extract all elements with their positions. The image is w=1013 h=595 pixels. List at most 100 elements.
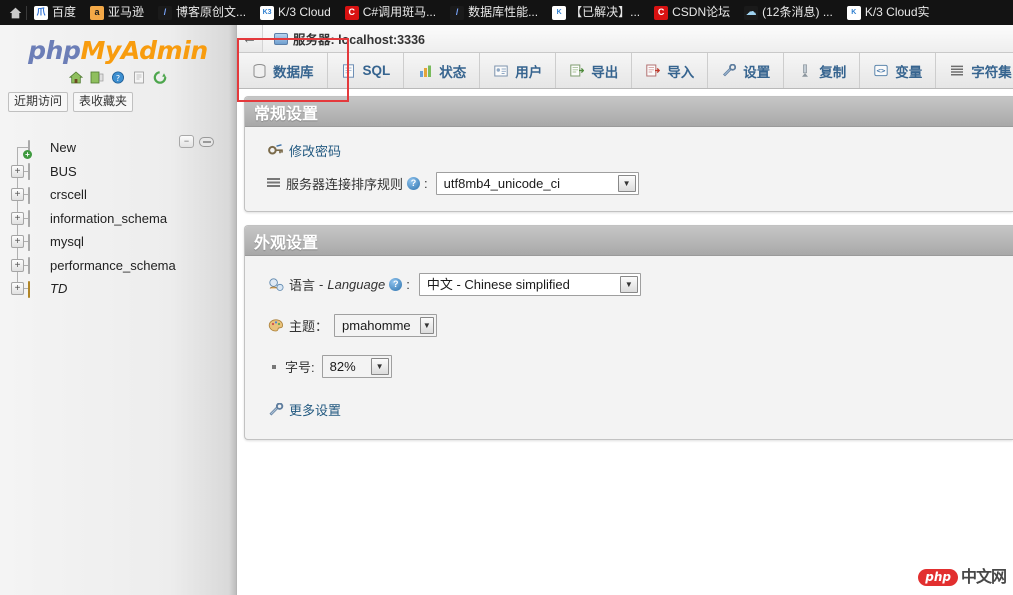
tab-label: 用户 <box>515 61 542 81</box>
bookmark-label: 【已解决】... <box>570 0 640 25</box>
tree-item-mysql[interactable]: + mysql <box>7 230 236 254</box>
csdn-favicon: C <box>654 6 668 20</box>
tree-expand-icon[interactable]: + <box>11 235 24 248</box>
language-colon: : <box>406 277 410 292</box>
blog-favicon: / <box>158 6 172 20</box>
tree-expand-icon[interactable]: + <box>11 212 24 225</box>
help-icon[interactable]: ? <box>407 177 420 190</box>
appearance-settings-body: 语言 - Language ? : 中文 - Chinese simplifie… <box>245 256 1013 439</box>
home-icon[interactable] <box>4 0 26 25</box>
tree-expand-icon[interactable]: + <box>11 259 24 272</box>
tab-label: 状态 <box>439 61 466 81</box>
export-icon <box>569 63 585 78</box>
tab-settings[interactable]: 设置 <box>708 53 784 88</box>
tab-export[interactable]: 导出 <box>556 53 632 88</box>
logo-my: My <box>81 36 121 65</box>
collation-row: 服务器连接排序规则 ? : utf8mb4_unicode_ci ▼ <box>267 172 1013 195</box>
bookmark-item[interactable]: ☁ (12条消息) ... <box>737 0 840 25</box>
k3cloud-favicon: K3 <box>260 6 274 20</box>
help-icon[interactable]: ? <box>389 278 402 291</box>
logout-icon[interactable] <box>89 69 105 85</box>
bookmark-item[interactable]: K K/3 Cloud实 <box>840 0 937 25</box>
tab-users[interactable]: 用户 <box>480 53 556 88</box>
tree-guide-line <box>17 147 18 160</box>
bookmark-item[interactable]: 爪 百度 <box>27 0 83 25</box>
bookmark-label: 百度 <box>52 0 76 25</box>
browser-bookmark-bar: 爪 百度 a 亚马逊 / 博客原创文... K3 K/3 Cloud C C#调… <box>0 0 1013 25</box>
tree-item-td[interactable]: + TD <box>7 277 236 301</box>
change-password-row[interactable]: 修改密码 <box>267 141 1013 160</box>
database-icon <box>28 188 43 202</box>
sql-docs-icon[interactable] <box>131 69 147 85</box>
server-breadcrumb[interactable]: 服务器: localhost:3336 <box>263 29 425 48</box>
logo-php: php <box>28 36 80 65</box>
tree-expand-icon[interactable]: + <box>11 188 24 201</box>
chevron-down-icon[interactable]: ▼ <box>420 317 434 334</box>
sidebar-quick-tabs: 近期访问 表收藏夹 <box>0 92 236 112</box>
back-button[interactable]: ← <box>237 25 263 52</box>
font-size-value: 82% <box>323 356 371 377</box>
tree-expand-icon[interactable]: + <box>11 165 24 178</box>
tree-item-bus[interactable]: + BUS <box>7 160 236 184</box>
tab-sql[interactable]: SQL <box>328 53 405 88</box>
database-icon <box>28 211 43 225</box>
bookmark-label: 亚马逊 <box>108 0 144 25</box>
phpmyadmin-logo[interactable]: phpMyAdmin <box>0 25 236 63</box>
tab-status[interactable]: 状态 <box>404 53 480 88</box>
font-size-select[interactable]: 82% ▼ <box>322 355 392 378</box>
bookmark-item[interactable]: / 博客原创文... <box>151 0 253 25</box>
navigation-sidebar: phpMyAdmin ? 近期访问 表收藏夹 − <box>0 25 237 595</box>
more-settings-row[interactable]: 更多设置 <box>267 400 1013 419</box>
settings-icon <box>721 63 737 78</box>
k3cloud-favicon: K <box>552 6 566 20</box>
more-settings-link[interactable]: 更多设置 <box>289 400 341 419</box>
refresh-icon[interactable] <box>152 69 168 85</box>
tree-expand-icon[interactable]: + <box>11 282 24 295</box>
tab-charsets[interactable]: 字符集 <box>936 53 1013 88</box>
tree-item-new[interactable]: New <box>7 136 236 160</box>
general-settings-panel: 常规设置 修改密码 服务器连接排序规则 ? : utf8m <box>244 96 1013 212</box>
bookmark-item[interactable]: / 数据库性能... <box>443 0 545 25</box>
table-icon <box>28 282 43 296</box>
change-password-link[interactable]: 修改密码 <box>289 141 341 160</box>
replication-icon <box>797 63 813 78</box>
logo-admin: Admin <box>121 36 208 65</box>
recent-tab[interactable]: 近期访问 <box>8 92 68 112</box>
favorites-tab[interactable]: 表收藏夹 <box>73 92 133 112</box>
tab-variables[interactable]: <> 变量 <box>860 53 936 88</box>
bookmark-item[interactable]: C C#调用斑马... <box>338 0 443 25</box>
svg-text:?: ? <box>116 74 120 83</box>
chevron-down-icon[interactable]: ▼ <box>618 175 636 192</box>
chevron-down-icon[interactable]: ▼ <box>371 358 389 375</box>
tab-label: 变量 <box>895 61 922 81</box>
theme-select[interactable]: pmahomme ▼ <box>334 314 437 337</box>
home-icon[interactable] <box>68 69 84 85</box>
tab-import[interactable]: 导入 <box>632 53 708 88</box>
bookmark-item[interactable]: a 亚马逊 <box>83 0 151 25</box>
help-docs-icon[interactable]: ? <box>110 69 126 85</box>
tab-label: 数据库 <box>273 61 314 81</box>
general-settings-body: 修改密码 服务器连接排序规则 ? : utf8mb4_unicode_ci ▼ <box>245 127 1013 211</box>
bookmark-item[interactable]: K 【已解决】... <box>545 0 647 25</box>
collation-select[interactable]: utf8mb4_unicode_ci ▼ <box>436 172 639 195</box>
language-select[interactable]: 中文 - Chinese simplified ▼ <box>419 273 641 296</box>
database-icon <box>28 258 43 272</box>
database-icon <box>28 164 43 178</box>
chevron-down-icon[interactable]: ▼ <box>620 276 638 293</box>
import-icon <box>645 63 661 78</box>
tab-replication[interactable]: 复制 <box>784 53 860 88</box>
theme-row: 主题： pmahomme ▼ <box>267 314 1013 337</box>
watermark-badge: php <box>918 569 958 586</box>
server-label: 服务器: localhost:3336 <box>293 29 425 48</box>
tree-item-crscell[interactable]: + crscell <box>7 183 236 207</box>
tab-databases[interactable]: 数据库 <box>237 53 328 88</box>
bookmark-label: C#调用斑马... <box>363 0 436 25</box>
tab-label: 复制 <box>819 61 846 81</box>
bookmark-item[interactable]: K3 K/3 Cloud <box>253 0 338 25</box>
tree-item-performance-schema[interactable]: + performance_schema <box>7 254 236 278</box>
sidebar-quick-icons: ? <box>0 69 236 85</box>
tab-label: 导入 <box>667 61 694 81</box>
tree-item-label: New <box>48 140 76 155</box>
bookmark-item[interactable]: C CSDN论坛 <box>647 0 737 25</box>
tree-item-information-schema[interactable]: + information_schema <box>7 207 236 231</box>
